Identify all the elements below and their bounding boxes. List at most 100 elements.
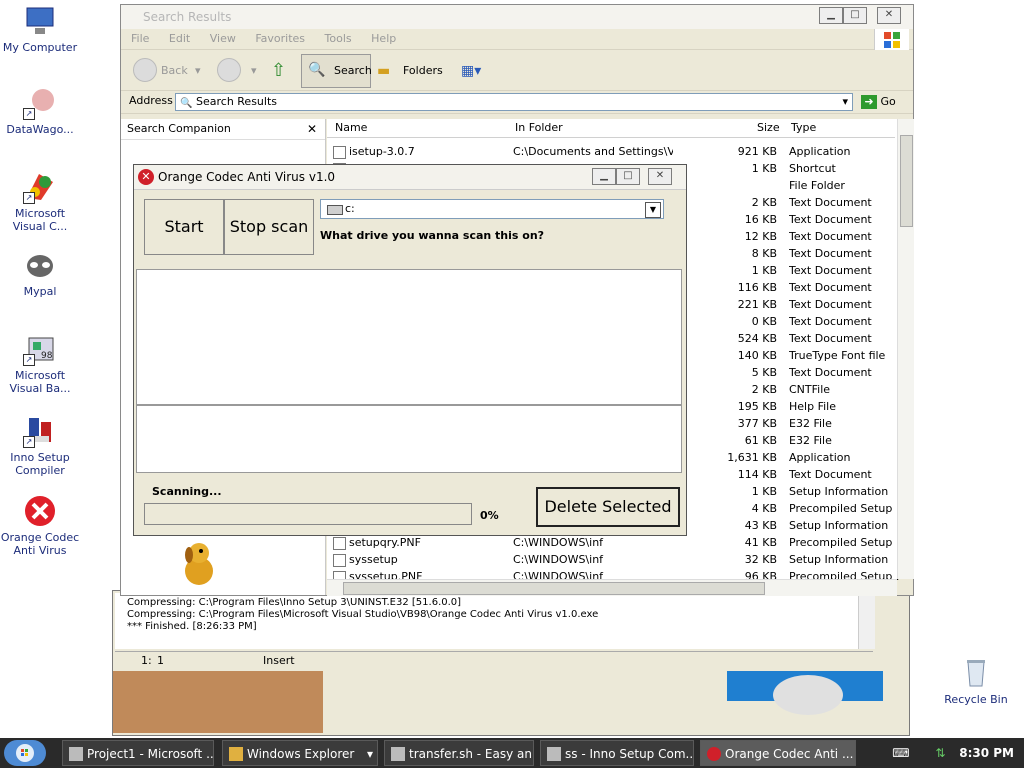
cell-type: CNTFile xyxy=(789,383,831,396)
desktop-icon-label: Microsoft Visual C... xyxy=(12,207,68,233)
menu-favorites[interactable]: Favorites xyxy=(255,32,305,45)
desktop-icon-label: Microsoft Visual Ba... xyxy=(9,369,71,395)
minimize-button[interactable]: ▁ xyxy=(592,168,616,185)
stop-scan-button[interactable]: Stop scan xyxy=(224,199,314,255)
task-inno-setup[interactable]: ss - Inno Setup Com... xyxy=(540,740,694,766)
go-button[interactable]: ➜ Go xyxy=(861,93,896,111)
status-col: 1 xyxy=(157,654,164,667)
scroll-thumb[interactable] xyxy=(900,135,913,227)
scroll-thumb[interactable] xyxy=(343,582,765,595)
windows-flag-icon xyxy=(874,29,909,51)
back-arrow-icon[interactable] xyxy=(133,58,157,82)
desktop-icon-orange-codec[interactable]: Orange Codec Anti Virus xyxy=(0,494,80,557)
cell-type: Text Document xyxy=(789,196,872,209)
menu-edit[interactable]: Edit xyxy=(169,32,190,45)
cell-name: setupqry.PNF xyxy=(349,536,421,549)
cell-size: 1 KB xyxy=(751,162,777,175)
red-x-icon xyxy=(23,494,57,528)
disc-image xyxy=(773,675,843,715)
dialog-title: Orange Codec Anti Virus v1.0 xyxy=(158,170,336,184)
output-line: Compressing: C:\Program Files\Microsoft … xyxy=(127,609,599,620)
up-folder-icon[interactable]: ⇧ xyxy=(271,58,286,84)
close-button[interactable]: ✕ xyxy=(877,7,901,24)
desktop-icon-visual-c[interactable]: ↗ Microsoft Visual C... xyxy=(0,170,80,233)
folders-button[interactable]: Folders xyxy=(403,58,443,84)
scan-results-list[interactable] xyxy=(136,269,682,405)
cell-size: 4 KB xyxy=(751,502,777,515)
folder-icon xyxy=(229,747,243,761)
task-transfer-sh[interactable]: transfer.sh - Easy an... xyxy=(384,740,534,766)
desktop-icon-recycle-bin[interactable]: Recycle Bin xyxy=(936,656,1016,706)
search-button[interactable]: 🔍 Search xyxy=(301,54,372,88)
chevron-down-icon[interactable]: ▾ xyxy=(367,741,373,765)
compiler-output: Compressing: C:\Program Files\Inno Setup… xyxy=(115,593,873,649)
menu-view[interactable]: View xyxy=(210,32,236,45)
start-scan-button[interactable]: Start scan xyxy=(144,199,224,290)
table-row[interactable]: syssetup C:\WINDOWS\inf 32 KB Setup Informa… xyxy=(327,551,895,568)
start-button[interactable] xyxy=(4,740,46,766)
back-button[interactable]: Back xyxy=(161,58,188,84)
minimize-button[interactable]: ▁ xyxy=(819,7,843,24)
output-scrollbar[interactable] xyxy=(858,593,875,649)
file-icon xyxy=(333,554,346,567)
drive-select[interactable]: c: ▼ xyxy=(320,199,664,219)
keyboard-icon[interactable]: ⌨ xyxy=(892,746,909,760)
cell-size: 1 KB xyxy=(751,264,777,277)
close-icon[interactable]: ✕ xyxy=(307,119,317,139)
network-icon[interactable]: ⇅ xyxy=(935,746,945,760)
address-input[interactable]: 🔍 Search Results ▾ xyxy=(175,93,853,111)
scan-log-list[interactable] xyxy=(136,405,682,473)
output-line: *** Finished. [8:26:33 PM] xyxy=(127,621,257,632)
results-vertical-scrollbar[interactable] xyxy=(897,119,914,579)
cell-size: 8 KB xyxy=(751,247,777,260)
cell-type: Text Document xyxy=(789,264,872,277)
task-label: ss - Inno Setup Com... xyxy=(565,747,694,761)
cell-size: 5 KB xyxy=(751,366,777,379)
task-orange-codec[interactable]: Orange Codec Anti ... xyxy=(700,740,856,766)
column-name[interactable]: Name xyxy=(335,121,367,134)
dialog-titlebar[interactable]: ✕ Orange Codec Anti Virus v1.0 ▁ □ ✕ xyxy=(134,165,686,190)
explorer-titlebar[interactable]: Search Results ▁ □ ✕ xyxy=(121,5,913,29)
desktop-icon-datawagon[interactable]: ↗ DataWago... xyxy=(0,86,80,136)
cell-size: 1,631 KB xyxy=(727,451,777,464)
maximize-button[interactable]: □ xyxy=(616,168,640,185)
menu-tools[interactable]: Tools xyxy=(325,32,352,45)
column-size[interactable]: Size xyxy=(757,121,780,134)
app-icon: ✕ xyxy=(138,169,154,185)
delete-selected-button[interactable]: Delete Selected xyxy=(536,487,680,527)
chevron-down-icon[interactable]: ▼ xyxy=(645,202,661,218)
column-type[interactable]: Type xyxy=(791,121,816,134)
desktop-icon-mypal[interactable]: Mypal xyxy=(0,248,80,298)
results-horizontal-scrollbar[interactable] xyxy=(327,579,897,596)
menu-help[interactable]: Help xyxy=(371,32,396,45)
table-row[interactable]: isetup-3.0.7 C:\Documents and Settings\V.… xyxy=(327,143,895,160)
desktop-icon-inno-setup[interactable]: ↗ Inno Setup Compiler xyxy=(0,414,80,477)
forward-arrow-icon[interactable] xyxy=(217,58,241,82)
desktop-icon-visual-basic[interactable]: 98 ↗ Microsoft Visual Ba... xyxy=(0,332,80,395)
folders-icon[interactable]: ▬ xyxy=(377,58,390,84)
magnifier-icon: 🔍 xyxy=(308,62,326,78)
maximize-button[interactable]: □ xyxy=(843,7,867,24)
task-windows-explorer[interactable]: Windows Explorer ▾ xyxy=(222,740,378,766)
cell-name: isetup-3.0.7 xyxy=(349,145,415,158)
views-icon[interactable]: ▦▾ xyxy=(461,58,481,84)
column-folder[interactable]: In Folder xyxy=(515,121,563,134)
chevron-down-icon[interactable]: ▾ xyxy=(251,58,257,84)
cell-type: Text Document xyxy=(789,468,872,481)
chevron-down-icon[interactable]: ▾ xyxy=(842,94,848,110)
desktop-icon-label: Orange Codec Anti Virus xyxy=(0,531,80,557)
cell-type: Precompiled Setup ... xyxy=(789,536,899,549)
chevron-down-icon[interactable]: ▾ xyxy=(195,58,201,84)
table-row[interactable]: setupqry.PNF C:\WINDOWS\inf 41 KB Precompil… xyxy=(327,534,899,551)
close-button[interactable]: ✕ xyxy=(648,168,672,185)
cell-type: Setup Information xyxy=(789,485,889,498)
svg-text:98: 98 xyxy=(41,351,53,361)
cell-size: 114 KB xyxy=(737,468,777,481)
cell-size: 116 KB xyxy=(737,281,777,294)
desktop-icon-my-computer[interactable]: My Computer xyxy=(0,4,80,54)
task-project1[interactable]: Project1 - Microsoft ... xyxy=(62,740,214,766)
cell-type: Setup Information xyxy=(789,553,889,566)
menu-file[interactable]: File xyxy=(131,32,149,45)
file-icon xyxy=(333,146,346,159)
search-results-icon: 🔍 xyxy=(180,98,193,109)
